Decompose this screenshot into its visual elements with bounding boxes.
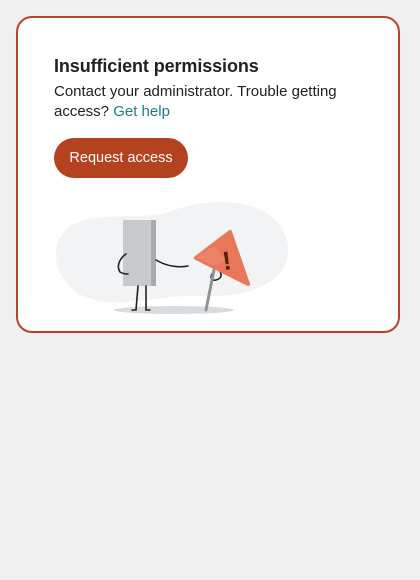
request-access-button[interactable]: Request access [54, 138, 188, 178]
description-text: Contact your administrator. Trouble gett… [54, 83, 337, 120]
permission-card: Insufficient permissions Contact your ad… [16, 16, 400, 333]
dialog-title: Insufficient permissions [54, 56, 259, 76]
dialog-description: Contact your administrator. Trouble gett… [54, 82, 374, 122]
warning-sign-illustration: ! [55, 202, 289, 314]
get-help-link[interactable]: Get help [113, 103, 170, 120]
background-blob [55, 202, 289, 303]
